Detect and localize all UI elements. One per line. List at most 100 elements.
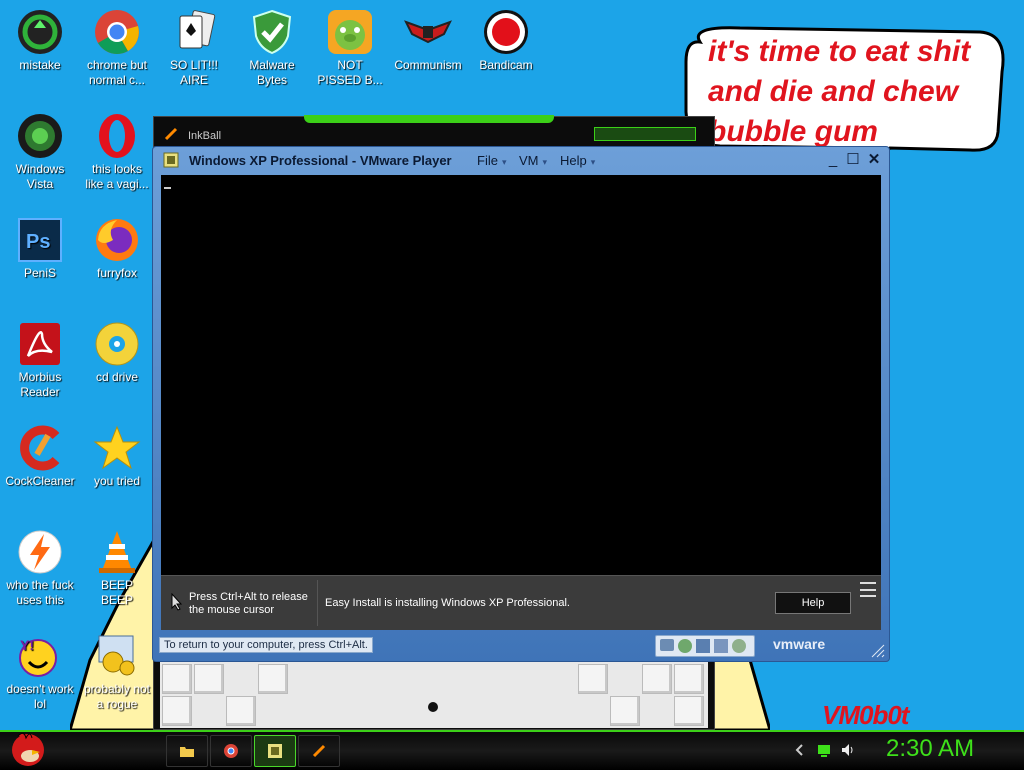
chevron-down-icon: ▾ (590, 157, 596, 167)
desktop-icon-solitaire[interactable]: SO LIT!!! AIRE (154, 8, 234, 88)
desktop-icon-rogue[interactable]: probably not a rogue (77, 632, 157, 712)
winged-emblem-icon (404, 20, 452, 44)
bubble-text: it's time to eat shit and die and chew b… (708, 35, 971, 148)
mouse-pointer-icon (171, 593, 183, 611)
sound-device-icon[interactable] (732, 639, 746, 653)
acrobat-icon (20, 323, 60, 365)
chevron-down-icon: ▾ (542, 157, 548, 167)
desktop-icon-firefox[interactable]: furryfox (77, 216, 157, 281)
maximize-button[interactable]: ☐ (843, 150, 863, 170)
inkball-board[interactable] (160, 662, 708, 728)
cd-drive-icon[interactable] (678, 639, 692, 653)
ccleaner-icon (20, 425, 60, 471)
desktop-icon-bandicam[interactable]: Bandicam (466, 8, 546, 73)
taskbar-vmware-button[interactable] (254, 735, 296, 767)
notice-divider (317, 580, 318, 626)
desktop-icon-ccleaner[interactable]: CockCleaner (0, 424, 80, 489)
menu-file[interactable]: File ▾ (477, 153, 506, 168)
desktop-icon-beep-beep[interactable]: BEEP BEEP (77, 528, 157, 608)
taskbar-clock[interactable]: 2:30 AM (886, 735, 974, 763)
vmware-player-window[interactable]: Windows XP Professional - VMware Player … (152, 146, 890, 662)
volume-icon[interactable] (840, 742, 856, 758)
chevron-down-icon: ▾ (501, 157, 507, 167)
desktop-icon-windows-vista[interactable]: Windows Vista (0, 112, 80, 192)
opera-icon (99, 114, 135, 158)
board-tile (578, 664, 608, 694)
gears-icon (98, 635, 135, 676)
desktop-icon-yahoo[interactable]: Y! doesn't work lol (0, 632, 80, 712)
board-tile (642, 664, 672, 694)
usb-icon[interactable] (714, 639, 728, 653)
green-recycle-icon (18, 10, 62, 54)
star-icon (93, 425, 141, 470)
vmware-logo-icon (163, 152, 179, 168)
board-tile (258, 664, 288, 694)
folder-icon (180, 747, 194, 757)
inkball-window-controls[interactable] (594, 127, 696, 141)
menu-vm-label: VM (519, 153, 539, 168)
ink-ball (428, 702, 438, 712)
device-icons[interactable] (655, 635, 755, 657)
resize-grip-icon[interactable] (871, 644, 885, 658)
window-title: Windows XP Professional - VMware Player (189, 153, 452, 168)
taskbar-explorer-button[interactable] (166, 735, 208, 767)
desktop-icon-mistake[interactable]: mistake (0, 8, 80, 73)
menu-vm[interactable]: VM ▾ (519, 153, 547, 168)
vlc-cone-icon (99, 531, 135, 573)
desktop-icon-acrobat[interactable]: Morbius Reader (0, 320, 80, 400)
photoshop-icon: Ps (18, 218, 62, 262)
tray-arrow-icon[interactable] (792, 742, 808, 758)
board-tile (674, 696, 704, 726)
cd-icon (95, 322, 139, 366)
vm-display[interactable] (161, 175, 881, 575)
record-icon (484, 10, 528, 54)
desktop-icon-malwarebytes[interactable]: Malware Bytes (232, 8, 312, 88)
vmware-brand: vmware (773, 636, 826, 652)
inkball-logo-icon (164, 127, 178, 141)
board-tile (674, 664, 704, 694)
vmware-titlebar[interactable]: Windows XP Professional - VMware Player … (153, 147, 889, 173)
inkball-logo-icon (312, 744, 326, 758)
vmware-logo-icon (268, 744, 282, 758)
desktop-icon-communism[interactable]: Communism (388, 8, 468, 73)
angry-bird-start-icon[interactable] (6, 728, 50, 768)
board-tile (162, 664, 192, 694)
desktop-icon-you-tried[interactable]: you tried (77, 424, 157, 489)
board-tile (610, 696, 640, 726)
svg-text:Ps: Ps (26, 231, 50, 253)
desktop-icon-cd-drive[interactable]: cd drive (77, 320, 157, 385)
taskbar: 2:30 AM (0, 730, 1024, 770)
help-button[interactable]: Help (775, 592, 851, 614)
vm-notification-bar: Press Ctrl+Alt to release the mouse curs… (161, 575, 881, 630)
board-tile (226, 696, 256, 726)
taskbar-chrome-button[interactable] (210, 735, 252, 767)
angry-pig-icon (328, 10, 372, 54)
menu-help[interactable]: Help ▾ (560, 153, 595, 168)
close-button[interactable]: ✕ (864, 150, 884, 170)
inkball-accent-bar (304, 115, 554, 123)
desktop-icon-photoshop[interactable]: Ps PeniS (0, 216, 80, 281)
desktop-icon-not-pissed[interactable]: NOT PISSED B... (310, 8, 390, 88)
watermark: VM0b0t (822, 700, 909, 730)
floppy-icon[interactable] (696, 639, 710, 653)
inkball-title: InkBall (188, 130, 222, 142)
svg-text:Y!: Y! (20, 637, 34, 653)
vmware-status-bar: To return to your computer, press Ctrl+A… (153, 631, 889, 661)
desktop-icon-who-uses-this[interactable]: who the fuck uses this (0, 528, 80, 608)
firefox-icon (96, 219, 138, 261)
minimize-button[interactable]: _ (823, 150, 843, 170)
notice-menu-icon[interactable] (859, 580, 877, 598)
desktop-icon-opera[interactable]: this looks like a vagi... (77, 112, 157, 192)
menu-file-label: File (477, 153, 498, 168)
paper-drawing-right (710, 660, 770, 730)
chrome-icon (224, 744, 238, 758)
network-tray-icon[interactable] (816, 742, 832, 758)
yahoo-smiley-icon: Y! (19, 637, 57, 677)
chrome-icon (95, 10, 139, 54)
network-icon[interactable] (660, 639, 674, 651)
taskbar-inkball-button[interactable] (298, 735, 340, 767)
shield-check-icon (252, 9, 292, 55)
lightning-icon (18, 530, 62, 574)
release-cursor-notice: Press Ctrl+Alt to release the mouse curs… (189, 591, 308, 616)
desktop-icon-chrome[interactable]: chrome but normal c... (77, 8, 157, 88)
